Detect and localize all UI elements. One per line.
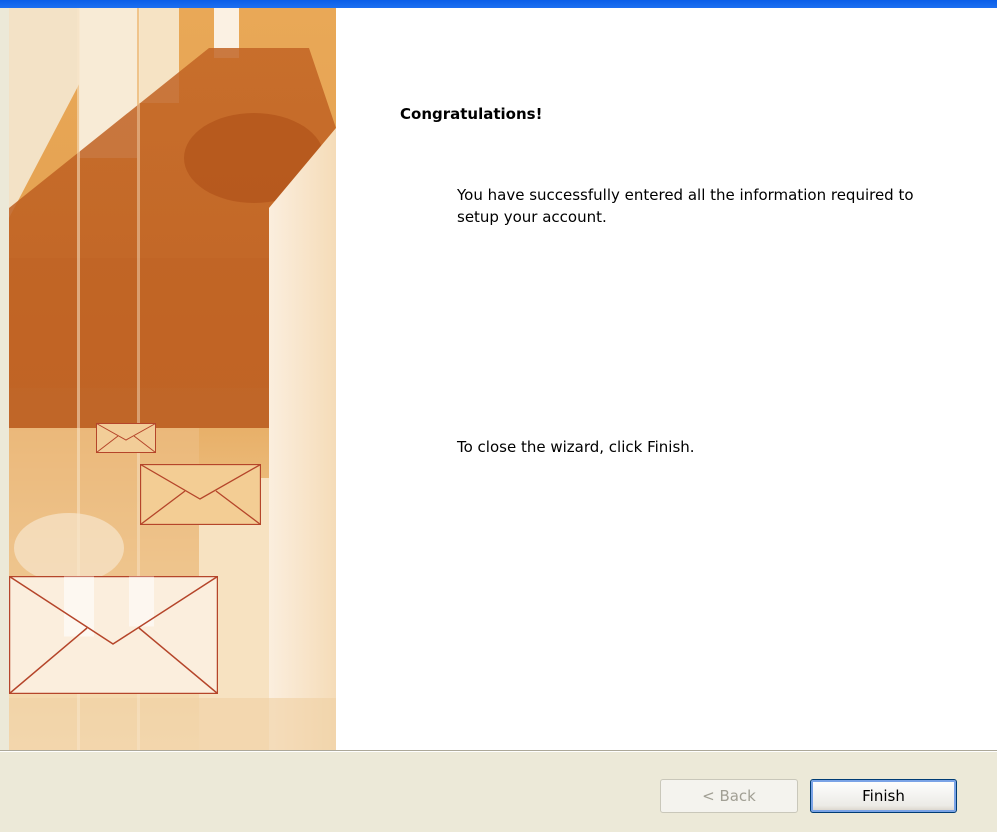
window-title-bar[interactable]: [0, 0, 997, 8]
back-button[interactable]: < Back: [660, 779, 798, 813]
envelope-icon-medium: [139, 463, 262, 526]
footer-divider: [0, 751, 997, 752]
page-title: Congratulations!: [400, 105, 543, 123]
envelope-icon-large: [8, 575, 219, 695]
window-frame-left: [0, 8, 9, 750]
wizard-content-area: Congratulations! You have successfully e…: [336, 8, 997, 750]
success-message: You have successfully entered all the in…: [457, 186, 914, 226]
finish-button[interactable]: Finish: [810, 779, 957, 813]
wizard-button-bar: < Back Finish: [0, 750, 997, 832]
close-instruction: To close the wizard, click Finish.: [457, 438, 695, 456]
envelope-icon-small: [96, 423, 156, 453]
